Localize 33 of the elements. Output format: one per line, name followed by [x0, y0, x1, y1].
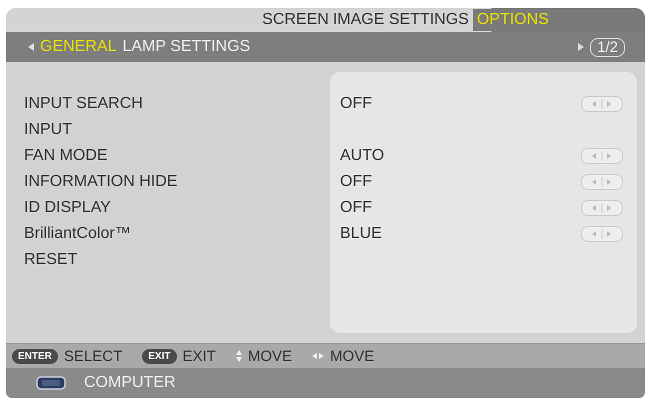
source-label: COMPUTER — [84, 374, 176, 392]
left-right-arrows-icon — [312, 353, 324, 359]
setting-value: OFF — [340, 199, 372, 217]
setting-label[interactable]: INFORMATION HIDE — [24, 169, 330, 195]
adjust-arrows[interactable] — [581, 148, 623, 164]
hint-label: MOVE — [248, 348, 292, 364]
right-arrow-icon — [578, 43, 584, 51]
submenu-tab[interactable]: LAMP SETTINGS — [122, 38, 250, 56]
vga-port-icon — [36, 376, 66, 390]
setting-label[interactable]: INPUT SEARCH — [24, 91, 330, 117]
menu-tab[interactable]: SCREEN — [262, 11, 329, 29]
setting-value: OFF — [340, 173, 372, 191]
setting-label[interactable]: ID DISPLAY — [24, 195, 330, 221]
hint-label: EXIT — [182, 348, 216, 364]
menu-tab[interactable]: IMAGE SETTINGS — [332, 11, 469, 29]
hint-label: SELECT — [64, 348, 122, 364]
adjust-arrows[interactable] — [581, 174, 623, 190]
adjust-arrows[interactable] — [581, 200, 623, 216]
hint-label: MOVE — [330, 348, 374, 364]
up-down-arrows-icon — [236, 350, 242, 362]
adjust-arrows[interactable] — [581, 226, 623, 242]
left-arrow-icon — [28, 43, 34, 51]
setting-value: BLUE — [340, 225, 382, 243]
setting-label[interactable]: INPUT — [24, 117, 330, 143]
setting-label[interactable]: BrilliantColor™ — [24, 221, 330, 247]
key-badge: EXIT — [142, 348, 176, 364]
setting-label[interactable]: RESET — [24, 247, 330, 273]
setting-value: OFF — [340, 95, 372, 113]
setting-label[interactable]: FAN MODE — [24, 143, 330, 169]
adjust-arrows[interactable] — [581, 96, 623, 112]
key-badge: ENTER — [12, 348, 58, 364]
page-indicator: 1/2 — [590, 38, 625, 56]
setting-value: AUTO — [340, 147, 384, 165]
